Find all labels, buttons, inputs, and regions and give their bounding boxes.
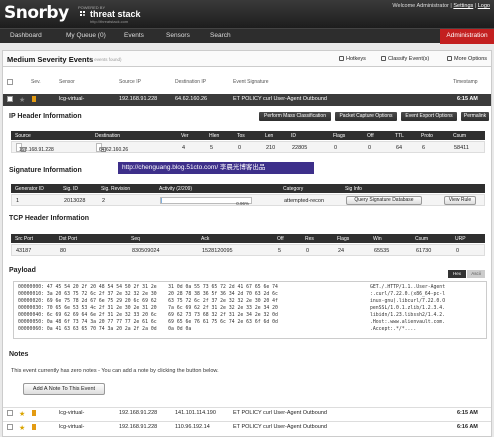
logout-link[interactable]: Logo xyxy=(478,3,490,9)
ascii-line: penSSL/1.0.1.zlib/1.2.3.4. xyxy=(370,306,446,311)
event-source-ip: 192.168.91.228 xyxy=(119,96,158,102)
ascii-line: :.curl/7.22.0.(x86_64-pc-l xyxy=(370,292,446,297)
threatstack-logo-icon xyxy=(80,11,85,16)
events-count: (3 events found) xyxy=(89,57,122,62)
star-icon[interactable]: ★ xyxy=(19,410,25,418)
panel-title: Medium Severity Events xyxy=(7,55,94,64)
col-timestamp[interactable]: Timestamp xyxy=(453,79,478,85)
copy-icon[interactable] xyxy=(101,147,106,152)
signature-values: 1 2013028 2 0.96% attempted-recon Query … xyxy=(11,194,485,206)
col-sensor[interactable]: Sensor xyxy=(59,79,75,85)
signature-columns: Generator ID Sig. ID Sig. Revision Activ… xyxy=(11,184,485,193)
more-options[interactable]: More Options xyxy=(447,56,487,62)
col-destination-ip[interactable]: Destination IP xyxy=(175,79,206,85)
classify-option[interactable]: Classify Event(s) xyxy=(381,56,429,62)
threatstack-url: http://threatstack.com xyxy=(90,19,129,24)
table-row[interactable]: ★ lcg-virtual- 192.168.91.228 64.62.160.… xyxy=(3,94,491,106)
severity-badge xyxy=(32,410,36,416)
tag-icon xyxy=(381,56,386,62)
nav-events[interactable]: Events xyxy=(124,32,144,39)
tcp-header-values: 43187 80 830509024 1528120095 5 0 24 655… xyxy=(11,244,485,256)
ip-header-values: 192.168.91.228 64.62.160.26 4 5 0 210 22… xyxy=(11,141,485,153)
ip-header-columns: Source Destination Ver Hlen Tos Len ID F… xyxy=(11,131,485,140)
add-note-button[interactable]: Add A Note To This Event xyxy=(23,383,105,395)
tcp-header-title: TCP Header Information xyxy=(9,215,89,222)
col-source-ip[interactable]: Source IP xyxy=(119,79,141,85)
nav-sensors[interactable]: Sensors xyxy=(166,32,190,39)
packet-capture-button[interactable]: Packet Capture Options xyxy=(335,112,397,121)
view-rule-button[interactable]: View Rule xyxy=(444,196,476,205)
ascii-line: .Accept:.*/*.... xyxy=(370,327,417,332)
payload-title: Payload xyxy=(9,267,36,274)
ip-header-title: IP Header Information xyxy=(9,113,82,120)
ascii-line: inux-gnu).libcurl/7.22.0.O xyxy=(370,299,446,304)
hex-line: 00000010: 3a 20 63 75 72 6c 2f 37 2e 32 … xyxy=(18,292,278,297)
destination-ip-field[interactable]: 64.62.160.26 xyxy=(96,143,128,153)
hex-line: 00000030: 70 65 6e 53 53 4c 2f 31 2e 30 … xyxy=(18,306,278,311)
panel-header: Medium Severity Events (3 events found) … xyxy=(3,51,491,67)
hex-line: 00000060: 0a 41 63 63 65 70 74 3a 20 2a … xyxy=(18,327,192,332)
event-signature: ET POLICY curl User-Agent Outbound xyxy=(233,96,327,102)
event-sensor: lcg-virtual- xyxy=(59,96,85,102)
row-checkbox[interactable] xyxy=(7,96,13,102)
snorby-logo[interactable]: Snorby xyxy=(4,3,69,23)
event-timestamp: 6:15 AM xyxy=(457,96,478,102)
hex-line: 00000040: 6c 69 62 69 64 6e 2f 31 2e 32 … xyxy=(18,313,278,318)
col-event-signature[interactable]: Event Signature xyxy=(233,79,269,85)
top-header: Snorby POWERED BY threat stack http://th… xyxy=(0,0,494,28)
event-destination-ip: 64.62.160.26 xyxy=(175,96,208,102)
events-table-header: Sev. Sensor Source IP Destination IP Eve… xyxy=(3,78,491,88)
list-icon xyxy=(447,56,452,62)
copy-icon[interactable] xyxy=(21,147,26,152)
notes-title: Notes xyxy=(9,351,29,358)
main-nav: Dashboard My Queue (0) Events Sensors Se… xyxy=(0,28,494,44)
table-row[interactable]: ★ lcg-virtual- 192.168.91.228 141.101.11… xyxy=(3,407,491,418)
severity-badge xyxy=(32,96,36,102)
query-signature-button[interactable]: Query Signature Database xyxy=(346,196,422,205)
activity-bar: 0.96% xyxy=(160,197,252,206)
hex-line: 00000000: 47 45 54 20 2f 20 48 54 54 50 … xyxy=(18,285,278,290)
event-export-button[interactable]: Event Export Options xyxy=(401,112,457,121)
settings-link[interactable]: Settings xyxy=(453,3,473,9)
threatstack-brand: threat stack xyxy=(90,9,141,19)
col-sev[interactable]: Sev. xyxy=(31,79,41,85)
nav-administration[interactable]: Administration xyxy=(440,29,494,44)
source-ip-field[interactable]: 192.168.91.228 xyxy=(16,143,54,153)
tcp-header-columns: Src Port Dst Port Seq Ack Off Res Flags … xyxy=(11,234,485,243)
mass-classification-button[interactable]: Perform Mass Classification xyxy=(259,112,331,121)
signature-title: Signature Information xyxy=(9,167,82,174)
nav-search[interactable]: Search xyxy=(210,32,231,39)
row-checkbox[interactable] xyxy=(7,410,13,416)
nav-my-queue[interactable]: My Queue (0) xyxy=(66,32,106,39)
events-panel: Medium Severity Events (3 events found) … xyxy=(2,50,492,437)
payload-hexdump: 00000000: 47 45 54 20 2f 20 48 54 54 50 … xyxy=(13,281,487,339)
permalink-button[interactable]: Permalink xyxy=(461,112,489,121)
notes-empty-message: This event currently has zero notes - Yo… xyxy=(11,368,219,374)
keyboard-icon xyxy=(339,56,344,62)
table-row[interactable]: ★ lcg-virtual- 192.168.91.228 110.96.192… xyxy=(3,421,491,432)
hex-line: 00000050: 0a 48 6f 73 74 3a 20 77 77 77 … xyxy=(18,320,278,325)
row-checkbox[interactable] xyxy=(7,424,13,430)
ascii-line: GET./.HTTP/1.1..User-Agent xyxy=(370,285,446,290)
star-icon[interactable]: ★ xyxy=(19,96,25,104)
ascii-line: libidn/1.23.libssh2/1.4.2. xyxy=(370,313,446,318)
star-icon[interactable]: ★ xyxy=(19,424,25,432)
severity-badge xyxy=(32,424,36,430)
hex-tab[interactable]: Hex xyxy=(448,270,466,278)
ascii-tab[interactable]: Ascii xyxy=(467,270,485,278)
nav-dashboard[interactable]: Dashboard xyxy=(10,32,42,39)
hex-line: 00000020: 69 6e 75 78 2d 67 6e 75 29 20 … xyxy=(18,299,278,304)
hotkeys-option[interactable]: Hotkeys xyxy=(339,56,366,62)
welcome-text: Welcome Administrator xyxy=(392,3,449,9)
watermark-banner: http://chenguang.blog.51cto.com/ 李晨光博客出品 xyxy=(118,162,314,174)
welcome-area: Welcome Administrator | Settings | Logo xyxy=(392,3,490,9)
ascii-line: .Host:.www.alienvault.com. xyxy=(370,320,446,325)
